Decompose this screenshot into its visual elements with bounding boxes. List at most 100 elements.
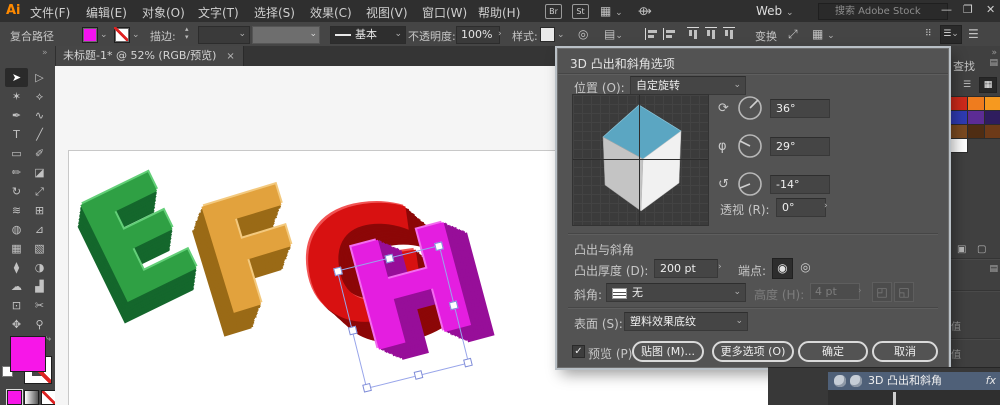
tool-line-segment[interactable]: ╱	[28, 125, 51, 144]
align-center-icon[interactable]	[663, 28, 677, 40]
fx-badge[interactable]: fx	[986, 372, 996, 390]
tool-graph[interactable]: ▟	[28, 277, 51, 296]
tool-pen[interactable]: ✒	[5, 106, 28, 125]
cap-hollow-button[interactable]: ◎	[796, 258, 815, 277]
appearance-effect-label[interactable]: 3D 凸出和斜角	[868, 372, 942, 390]
fill-swatch-well[interactable]	[10, 336, 46, 372]
color-mode-gradient-button[interactable]	[24, 390, 39, 405]
close-button[interactable]: ✕	[986, 3, 995, 16]
tool-scale[interactable]: ⤢	[28, 182, 51, 201]
list-view-icon[interactable]: ☰	[959, 78, 975, 92]
tool-blend[interactable]: ◑	[28, 258, 51, 277]
ok-button[interactable]: 确定	[798, 341, 868, 362]
stock-search-input[interactable]: 搜索 Adobe Stock	[818, 3, 948, 20]
tool-width[interactable]: ≋	[5, 201, 28, 220]
swatch[interactable]	[950, 138, 968, 153]
align-middle-icon[interactable]	[705, 27, 717, 41]
layout-icon[interactable]: ▦ ⌄	[600, 4, 623, 18]
stroke-stepper[interactable]: ▴▾	[185, 25, 189, 41]
width-profile-select[interactable]: ⌄	[252, 26, 320, 44]
swatch[interactable]	[967, 110, 985, 125]
stroke-weight-select[interactable]: ⌄	[198, 26, 250, 44]
position-select[interactable]: 自定旋转⌄	[630, 76, 746, 95]
cap-solid-button[interactable]: ◉	[772, 258, 793, 279]
new-swatch-icon[interactable]: ▣	[957, 244, 966, 255]
align-left-icon[interactable]	[645, 28, 659, 40]
preview-checkbox[interactable]: ✓	[572, 345, 585, 358]
panel-toggle-icon[interactable]: ☰⌄	[940, 25, 962, 44]
extrude-depth-value[interactable]: 200 pt	[654, 259, 718, 278]
rotate-y-dial[interactable]	[735, 131, 765, 161]
tool-magic-wand[interactable]: ✶	[5, 87, 28, 106]
color-mode-fill-button[interactable]	[7, 390, 22, 405]
tool-shape-builder[interactable]: ◍	[5, 220, 28, 239]
align-top-icon[interactable]	[687, 27, 699, 41]
menu-window[interactable]: 窗口(W)	[422, 4, 467, 21]
rotate-x-value[interactable]: 36°	[770, 99, 830, 118]
menu-view[interactable]: 视图(V)	[366, 4, 408, 21]
style-chevron-icon[interactable]: ⌄	[557, 31, 565, 40]
swatch[interactable]	[950, 110, 968, 125]
tool-paintbrush[interactable]: ✐	[28, 144, 51, 163]
toolbar-collapse-icon[interactable]: »	[42, 48, 48, 58]
tool-slice[interactable]: ✂	[28, 296, 51, 315]
style-swatch[interactable]	[540, 27, 555, 42]
swatch[interactable]	[984, 96, 1000, 111]
swatch[interactable]	[984, 124, 1000, 139]
tab-close-icon[interactable]: ×	[226, 51, 234, 62]
brush-definition-select[interactable]: 基本⌄	[330, 26, 406, 44]
selection-handle[interactable]	[385, 254, 395, 264]
rotate-z-dial[interactable]	[735, 169, 765, 199]
panel-collapse-icon[interactable]: »	[991, 48, 997, 58]
tool-artboard[interactable]: ⊡	[5, 296, 28, 315]
extrude-depth-arrow-icon[interactable]: ›	[718, 263, 722, 272]
cube-preview[interactable]	[573, 95, 708, 225]
align-bottom-icon[interactable]	[723, 27, 735, 41]
menu-type[interactable]: 文字(T)	[198, 4, 239, 21]
recolor-artwork-icon[interactable]: ◎	[578, 27, 588, 41]
tool-type[interactable]: T	[5, 125, 28, 144]
selection-handle[interactable]	[348, 326, 358, 336]
opacity-arrow-icon[interactable]: ›	[498, 30, 502, 39]
rotation-track-cube[interactable]	[572, 94, 709, 226]
tool-direct-selection[interactable]: ▷	[28, 68, 51, 87]
transform-label[interactable]: 变换	[755, 28, 777, 44]
tool-mesh[interactable]: ▦	[5, 239, 28, 258]
swatch[interactable]	[967, 124, 985, 139]
selection-handle[interactable]	[333, 267, 343, 277]
tool-free-transform[interactable]: ⊞	[28, 201, 51, 220]
tool-lasso[interactable]: ⟡	[28, 87, 51, 106]
tool-symbol-sprayer[interactable]: ☁	[5, 277, 28, 296]
tool-selection[interactable]: ➤	[5, 68, 28, 87]
menu-select[interactable]: 选择(S)	[254, 4, 295, 21]
perspective-arrow-icon[interactable]: ›	[824, 202, 828, 211]
bridge-button[interactable]: Br	[545, 4, 562, 19]
stroke-chevron-icon[interactable]: ⌄	[132, 31, 140, 40]
tool-rotate[interactable]: ↻	[5, 182, 28, 201]
map-art-button[interactable]: 贴图 (M)...	[632, 341, 704, 362]
rotate-y-value[interactable]: 29°	[770, 137, 830, 156]
tool-curvature[interactable]: ∿	[28, 106, 51, 125]
menu-effect[interactable]: 效果(C)	[310, 4, 352, 21]
tool-eyedropper[interactable]: ⧫	[5, 258, 28, 277]
fill-chevron-icon[interactable]: ⌄	[100, 31, 108, 40]
workspace-switcher[interactable]: Web ⌄	[756, 4, 794, 18]
surface-select[interactable]: 塑料效果底纹⌄	[624, 312, 748, 331]
menu-edit[interactable]: 编辑(E)	[86, 4, 127, 21]
bevel-select[interactable]: 无⌄	[606, 283, 746, 302]
options-grid-icon[interactable]: ▦ ⌄	[812, 27, 835, 41]
document-setup-icon[interactable]: ▤⌄	[604, 27, 623, 41]
perspective-value[interactable]: 0°	[776, 198, 826, 217]
stroke-color-swatch[interactable]	[114, 27, 130, 43]
panel-menu-icon[interactable]: ▤	[989, 58, 998, 68]
fill-color-swatch[interactable]	[82, 27, 98, 43]
document-tab[interactable]: 未标题-1* @ 52% (RGB/预览)×	[55, 46, 244, 66]
tool-zoom[interactable]: ⚲	[28, 315, 51, 334]
tool-rectangle[interactable]: ▭	[5, 144, 28, 163]
tool-perspective-grid[interactable]: ⊿	[28, 220, 51, 239]
swatch[interactable]	[967, 96, 985, 111]
tool-eraser[interactable]: ◪	[28, 163, 51, 182]
find-tab-label[interactable]: 查找	[953, 58, 975, 74]
opacity-value[interactable]: 100%	[456, 26, 500, 44]
panel-menu-icon[interactable]: ▤	[989, 264, 998, 274]
